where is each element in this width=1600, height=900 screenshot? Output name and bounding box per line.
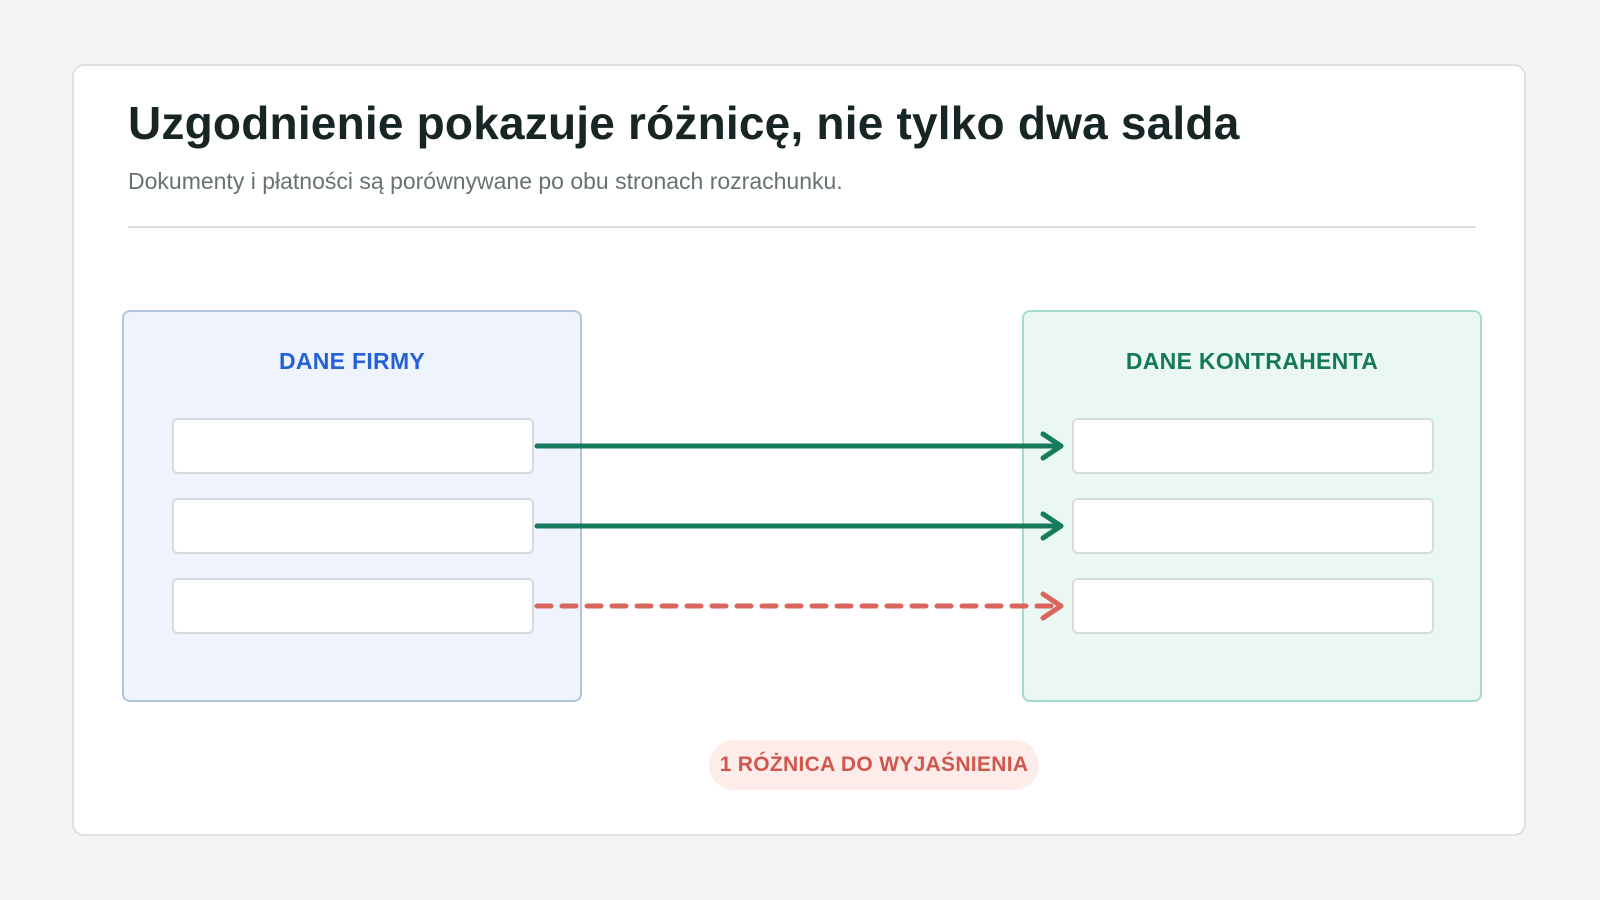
counterparty-entry-1 [1072, 418, 1434, 474]
page-title: Uzgodnienie pokazuje różnicę, nie tylko … [128, 97, 1240, 149]
company-data-panel: DANE FIRMY [122, 310, 582, 702]
header-divider [128, 226, 1476, 228]
page-subtitle: Dokumenty i płatności są porównywane po … [128, 168, 843, 194]
difference-badge: 1 RÓŻNICA DO WYJAŚNIENIA [709, 740, 1039, 790]
reconciliation-card: Uzgodnienie pokazuje różnicę, nie tylko … [72, 64, 1526, 836]
counterparty-data-panel: DANE KONTRAHENTA [1022, 310, 1482, 702]
counterparty-entry-3 [1072, 578, 1434, 634]
counterparty-entry-2 [1072, 498, 1434, 554]
counterparty-data-heading: DANE KONTRAHENTA [1125, 348, 1379, 374]
company-data-heading: DANE FIRMY [278, 348, 426, 374]
company-entry-2 [172, 498, 534, 554]
company-entry-3 [172, 578, 534, 634]
company-entry-1 [172, 418, 534, 474]
